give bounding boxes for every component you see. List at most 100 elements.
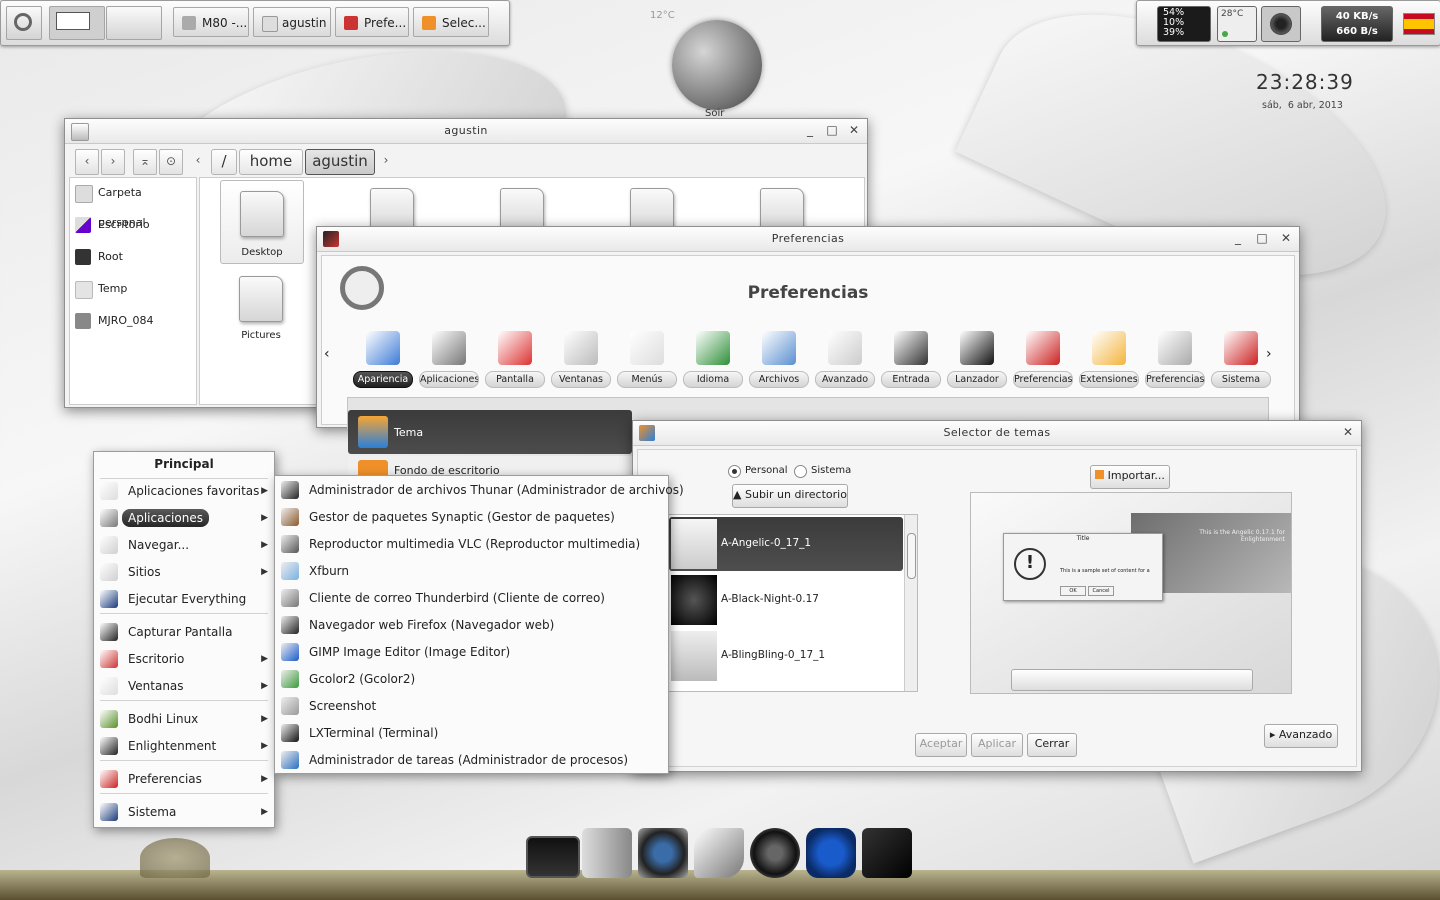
- spain-flag-icon[interactable]: [1403, 13, 1435, 35]
- path-right-button[interactable]: ›: [375, 149, 397, 173]
- speaker-dock-icon[interactable]: [638, 828, 688, 878]
- maximize-icon[interactable]: □: [1255, 231, 1269, 245]
- app-menu-item-5[interactable]: Navegador web Firefox (Navegador web): [279, 613, 664, 637]
- place-desktop[interactable]: Escritorio: [72, 210, 192, 240]
- category-5[interactable]: Idioma: [681, 327, 745, 389]
- place-home[interactable]: Carpeta personal: [72, 178, 192, 229]
- main-menu-item-2[interactable]: Navegar... ▶: [98, 533, 270, 557]
- app-menu-item-3[interactable]: Xfburn: [279, 559, 664, 583]
- gimp-dock-icon[interactable]: [806, 828, 856, 878]
- minimize-icon[interactable]: _: [803, 123, 817, 137]
- theme-row-black-night[interactable]: A-Black-Night-0.17: [669, 573, 903, 627]
- menu-item-label: Sistema: [128, 805, 177, 819]
- theme-row-angelic[interactable]: A-Angelic-0_17_1: [669, 517, 903, 571]
- start-menu-button[interactable]: [6, 6, 42, 40]
- category-8[interactable]: Entrada: [879, 327, 943, 389]
- theme-row-blingbling[interactable]: A-BlingBling-0_17_1: [669, 629, 903, 683]
- folder-item-desktop[interactable]: Desktop: [220, 180, 304, 264]
- mixer-gadget[interactable]: [1261, 6, 1301, 42]
- radio-personal[interactable]: [728, 465, 741, 478]
- minimize-icon[interactable]: _: [1231, 231, 1245, 245]
- main-menu-item-0[interactable]: Aplicaciones favoritas ▶: [98, 479, 270, 503]
- maximize-icon[interactable]: □: [825, 123, 839, 137]
- app-menu-item-7[interactable]: Gcolor2 (Gcolor2): [279, 667, 664, 691]
- file-manager-dock-icon[interactable]: [582, 828, 632, 878]
- main-menu-item-9[interactable]: Enlightenment ▶: [98, 734, 270, 758]
- app-menu-item-9[interactable]: LXTerminal (Terminal): [279, 721, 664, 745]
- preferences-titlebar[interactable]: Preferencias _ □ ✕: [317, 227, 1299, 252]
- app-menu-item-4[interactable]: Cliente de correo Thunderbird (Cliente d…: [279, 586, 664, 610]
- accept-button[interactable]: Aceptar: [915, 733, 967, 757]
- taskbar-item-m80[interactable]: M80 -...: [173, 7, 249, 37]
- main-menu-item-5[interactable]: Capturar Pantalla: [98, 620, 270, 644]
- main-menu-item-11[interactable]: Sistema ▶: [98, 800, 270, 824]
- place-mjro[interactable]: MJRO_084: [72, 306, 192, 336]
- advanced-button[interactable]: ▸ Avanzado: [1264, 724, 1338, 748]
- network-monitor[interactable]: 40 KB/s 660 B/s: [1321, 6, 1393, 42]
- app-menu-item-2[interactable]: Reproductor multimedia VLC (Reproductor …: [279, 532, 664, 556]
- browser-dock-icon[interactable]: [750, 828, 800, 878]
- app-menu-item-1[interactable]: Gestor de paquetes Synaptic (Gestor de p…: [279, 505, 664, 529]
- main-menu-item-7[interactable]: Ventanas ▶: [98, 674, 270, 698]
- file-manager-titlebar[interactable]: agustin _ □ ✕: [65, 119, 867, 144]
- terminal-dock-icon[interactable]: [862, 828, 912, 878]
- taskbar-item-preferences[interactable]: Prefe...: [335, 7, 409, 37]
- folder-item-pictures[interactable]: Pictures: [220, 270, 302, 342]
- forward-button[interactable]: ›: [101, 149, 125, 175]
- path-home[interactable]: home: [239, 149, 303, 175]
- pager-desktop-2[interactable]: [106, 6, 162, 40]
- main-menu-item-3[interactable]: Sitios ▶: [98, 560, 270, 584]
- back-button[interactable]: ‹: [75, 149, 99, 175]
- category-3[interactable]: Ventanas: [549, 327, 613, 389]
- category-4[interactable]: Menús: [615, 327, 679, 389]
- import-button[interactable]: Importar...: [1090, 465, 1170, 489]
- list-item-tema[interactable]: Tema: [348, 410, 632, 454]
- close-icon[interactable]: ✕: [847, 123, 861, 137]
- pager-desktop-1[interactable]: [49, 6, 105, 40]
- category-12[interactable]: Preferencias: [1143, 327, 1207, 389]
- place-temp[interactable]: Temp: [72, 274, 192, 304]
- apply-button[interactable]: Aplicar: [971, 733, 1023, 757]
- close-icon[interactable]: ✕: [1341, 425, 1355, 439]
- scroll-thumb[interactable]: [907, 533, 916, 579]
- close-icon[interactable]: ✕: [1279, 231, 1293, 245]
- main-menu-item-8[interactable]: Bodhi Linux ▶: [98, 707, 270, 731]
- category-0[interactable]: Apariencia: [351, 327, 415, 389]
- monitor-dock-icon[interactable]: [526, 836, 580, 878]
- category-1[interactable]: Aplicaciones: [417, 327, 481, 389]
- up-button[interactable]: ⌅: [133, 149, 157, 175]
- taskbar-item-selector[interactable]: Selec...: [413, 7, 489, 37]
- theme-list-scrollbar[interactable]: [904, 515, 917, 691]
- taskbar-item-agustin[interactable]: agustin: [253, 7, 331, 37]
- path-agustin[interactable]: agustin: [305, 149, 375, 175]
- main-menu-item-1[interactable]: Aplicaciones ▶: [98, 506, 270, 530]
- path-root[interactable]: /: [211, 149, 237, 175]
- app-menu-item-6[interactable]: GIMP Image Editor (Image Editor): [279, 640, 664, 664]
- temperature-gadget[interactable]: 28°C: [1217, 6, 1257, 42]
- app-menu-item-8[interactable]: Screenshot: [279, 694, 664, 718]
- theme-selector-titlebar[interactable]: Selector de temas ✕: [633, 421, 1361, 446]
- thunderbird-dock-icon[interactable]: [694, 828, 744, 878]
- radio-system[interactable]: [794, 465, 807, 478]
- list-item-wallpaper[interactable]: Fondo de escritorio: [348, 456, 632, 476]
- category-11[interactable]: Extensiones: [1077, 327, 1141, 389]
- cpu-monitor[interactable]: 54% 10% 39%: [1157, 6, 1211, 42]
- main-menu-item-4[interactable]: Ejecutar Everything: [98, 587, 270, 611]
- category-9[interactable]: Lanzador: [945, 327, 1009, 389]
- category-13[interactable]: Sistema: [1209, 327, 1273, 389]
- reload-button[interactable]: ⊙: [159, 149, 183, 175]
- main-menu-item-6[interactable]: Escritorio ▶: [98, 647, 270, 671]
- category-6[interactable]: Archivos: [747, 327, 811, 389]
- app-menu-label: Reproductor multimedia VLC (Reproductor …: [309, 537, 641, 551]
- place-root[interactable]: Root: [72, 242, 192, 272]
- up-directory-button[interactable]: ▲ Subir un directorio: [732, 484, 848, 508]
- app-menu-item-10[interactable]: Administrador de tareas (Administrador d…: [279, 748, 664, 772]
- category-10[interactable]: Preferencias: [1011, 327, 1075, 389]
- category-2[interactable]: Pantalla: [483, 327, 547, 389]
- path-left-button[interactable]: ‹: [187, 149, 209, 173]
- category-7[interactable]: Avanzado: [813, 327, 877, 389]
- close-button[interactable]: Cerrar: [1027, 733, 1077, 757]
- scroll-left-icon[interactable]: ‹: [324, 346, 330, 362]
- main-menu-item-10[interactable]: Preferencias ▶: [98, 767, 270, 791]
- app-menu-item-0[interactable]: Administrador de archivos Thunar (Admini…: [279, 478, 684, 502]
